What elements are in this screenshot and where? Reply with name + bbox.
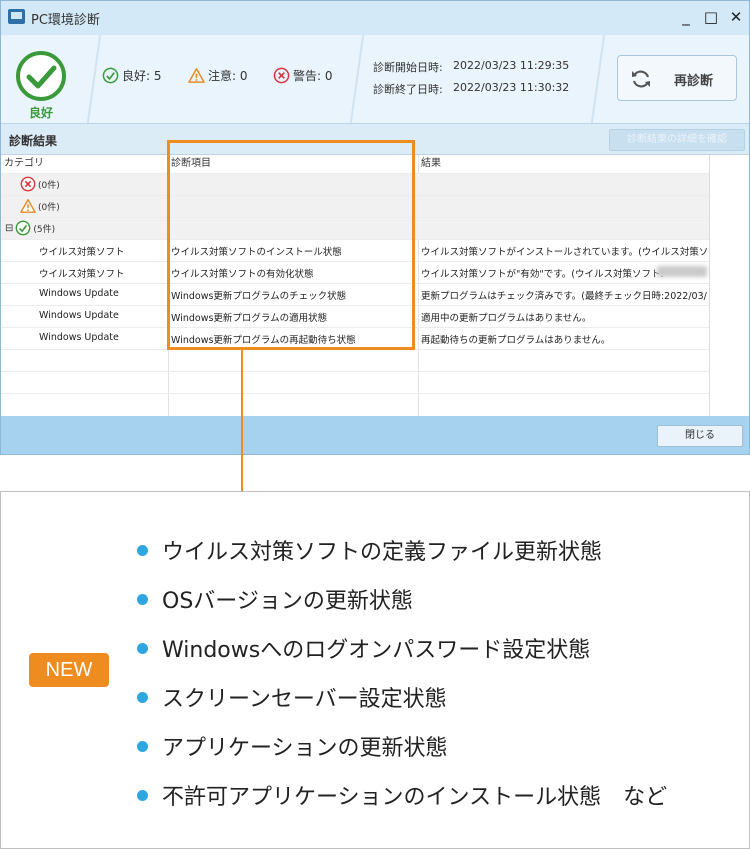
rediagnose-button[interactable]: 再診断 — [617, 55, 737, 101]
new-badge: NEW — [29, 653, 109, 687]
close-button[interactable]: 閉じる — [657, 425, 743, 447]
good-count: 良好: 5 — [102, 67, 162, 84]
row-3-result[interactable]: 更新プログラムはチェック済みです。(最終チェック日時:2022/03/2... — [421, 288, 707, 302]
start-time-row: 診断開始日時: 2022/03/23 11:29:35 — [373, 59, 570, 74]
callout-connector-line — [241, 350, 243, 491]
caution-count: 注意: 0 — [188, 67, 248, 84]
bullet-icon — [137, 691, 148, 703]
title-bar: PC環境診断 _ □ ✕ — [1, 1, 749, 35]
bullet-icon — [137, 789, 148, 801]
redacted-product-name — [657, 266, 707, 277]
feature-item: OSバージョンの更新状態 — [137, 583, 413, 615]
bullet-icon — [137, 544, 148, 556]
row-1-result[interactable]: ウイルス対策ソフトがインストールされています。(ウイルス対策ソフ... — [421, 244, 707, 258]
ok-icon — [16, 220, 31, 236]
feature-item: スクリーンセーバー設定状態 — [137, 681, 447, 713]
collapse-toggle[interactable]: ⊟ — [5, 223, 13, 234]
app-icon — [8, 9, 25, 24]
row-4-result[interactable]: 適用中の更新プログラムはありません。 — [421, 310, 707, 324]
end-time-row: 診断終了日時: 2022/03/23 11:30:32 — [373, 81, 570, 96]
feature-item: Windowsへのログオンパスワード設定状態 — [137, 632, 590, 664]
column-header-category[interactable]: カテゴリ — [1, 155, 44, 173]
column-header-result[interactable]: 結果 — [418, 155, 441, 173]
row-1-category[interactable]: ウイルス対策ソフト — [39, 244, 125, 258]
warning-icon — [20, 199, 36, 213]
summary-header: 良好 良好: 5 注意: 0 警告: 0 診断開始日時: 2022/03/23 … — [1, 35, 749, 124]
warning-icon — [188, 68, 205, 83]
row-5-result[interactable]: 再起動待ちの更新プログラムはありません。 — [421, 332, 707, 346]
error-icon — [20, 176, 36, 192]
refresh-icon — [632, 70, 650, 88]
feature-item: 不許可アプリケーションのインストール状態 など — [137, 779, 667, 811]
maximize-button[interactable]: □ — [699, 6, 723, 28]
row-3-category[interactable]: Windows Update — [39, 288, 119, 299]
view-details-button[interactable]: 診断結果の詳細を確認 — [609, 129, 745, 151]
end-time-value: 2022/03/23 11:30:32 — [453, 81, 570, 94]
row-2-category[interactable]: ウイルス対策ソフト — [39, 266, 125, 280]
start-time-value: 2022/03/23 11:29:35 — [453, 59, 570, 72]
error-icon — [273, 67, 290, 84]
window-footer: 閉じる — [1, 416, 749, 454]
diagnosis-items-highlight — [167, 140, 415, 350]
row-5-category[interactable]: Windows Update — [39, 332, 119, 343]
minimize-button[interactable]: _ — [674, 6, 698, 28]
feature-item: アプリケーションの更新状態 — [137, 730, 448, 762]
bullet-icon — [137, 740, 148, 752]
warning-count: 警告: 0 — [273, 67, 333, 84]
bullet-icon — [137, 593, 148, 605]
close-window-button[interactable]: ✕ — [724, 6, 748, 28]
new-features-panel: NEW ウイルス対策ソフトの定義ファイル更新状態 OSバージョンの更新状態 Wi… — [0, 491, 750, 849]
overall-status-label: 良好 — [28, 106, 53, 120]
bullet-icon — [137, 642, 148, 654]
results-section-title: 診断結果 — [9, 134, 58, 148]
ok-icon — [102, 67, 119, 84]
row-4-category[interactable]: Windows Update — [39, 310, 119, 321]
overall-ok-icon — [16, 51, 66, 101]
window-title: PC環境診断 — [31, 13, 100, 28]
feature-item: ウイルス対策ソフトの定義ファイル更新状態 — [137, 534, 602, 566]
